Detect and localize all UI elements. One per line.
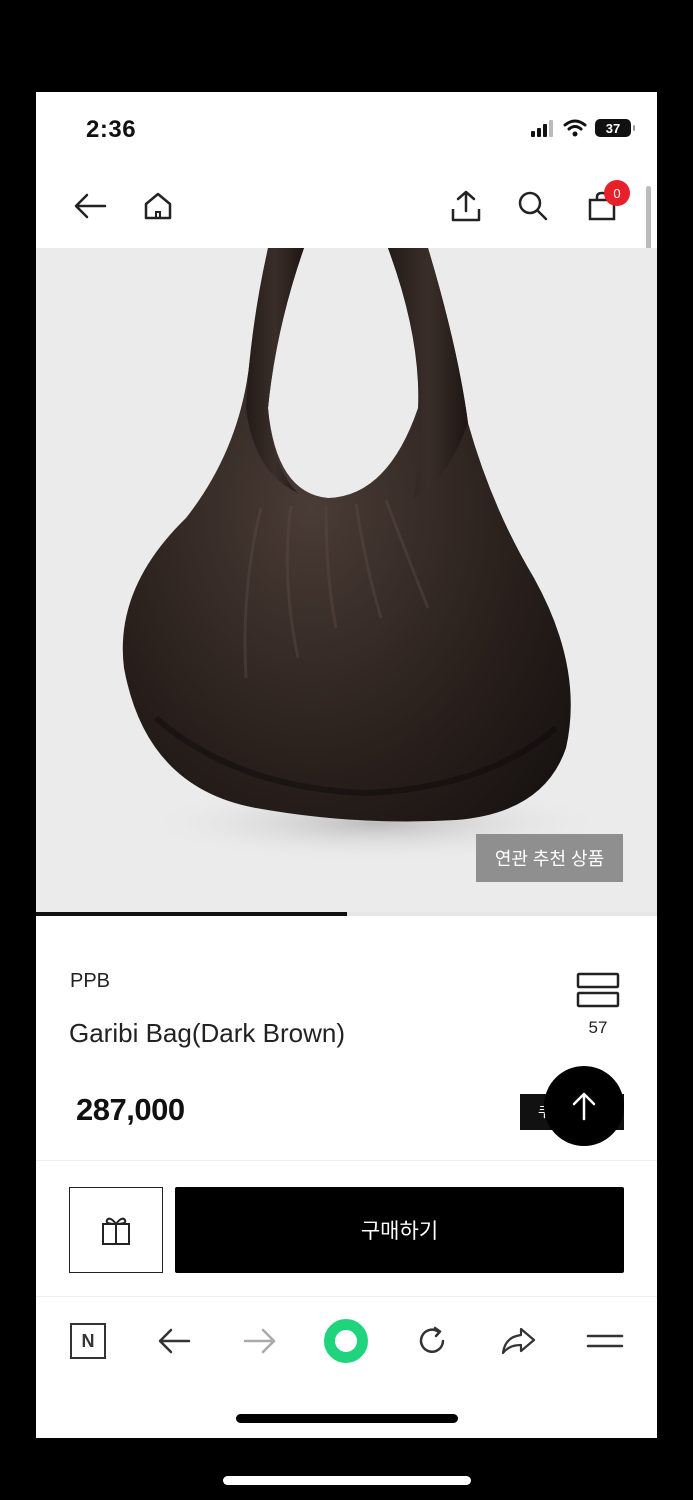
forward-arrow-icon [243,1328,276,1354]
home-icon [144,192,172,220]
scroll-to-top-button[interactable] [544,1066,624,1146]
product-name: Garibi Bag(Dark Brown) [69,1018,345,1048]
image-carousel-progress [36,912,657,916]
browser-back-button[interactable] [150,1317,198,1365]
share-button[interactable] [446,186,486,226]
stacked-list-icon [576,972,620,1008]
menu-icon [586,1334,624,1348]
brand-name[interactable]: PPB [70,970,110,993]
browser-toolbar: N [36,1297,657,1387]
naver-n-icon: N [70,1323,106,1359]
product-price: 287,000 [76,1092,185,1127]
browser-forward-button[interactable] [236,1317,284,1365]
battery-indicator: 37 [595,119,635,137]
status-time: 2:36 [86,116,137,143]
menu-button[interactable] [581,1317,629,1365]
refresh-button[interactable] [408,1317,456,1365]
upload-share-icon [451,190,481,222]
back-arrow-icon [158,1328,191,1354]
home-button[interactable] [138,186,178,226]
status-icons: 37 [531,119,635,137]
back-button[interactable] [70,186,110,226]
browser-share-button[interactable] [494,1317,542,1365]
search-button[interactable] [513,186,553,226]
outer-home-indicator [223,1476,471,1485]
app-screen: 2:36 37 0 연관 추천 상품 PPB Garibi Bag(Dark B… [36,92,657,1438]
cart-count-badge: 0 [604,180,630,206]
wishlist-count: 57 [588,1018,608,1037]
back-arrow-icon [74,193,107,219]
related-products-button[interactable]: 연관 추천 상품 [476,834,623,882]
arrow-up-icon [572,1092,596,1121]
buy-button[interactable]: 구매하기 [175,1187,624,1273]
gift-button[interactable] [69,1187,163,1273]
divider [36,1160,657,1161]
wifi-icon [563,119,587,137]
naver-button[interactable]: N [64,1317,112,1365]
gift-icon [102,1217,130,1245]
refresh-icon [419,1326,445,1353]
green-home-ring-icon [324,1319,368,1363]
wishlist-button[interactable] [576,972,620,1008]
home-indicator [236,1414,458,1423]
product-image[interactable]: 연관 추천 상품 [36,248,657,916]
search-icon [518,191,548,221]
share-icon [501,1327,536,1355]
browser-home-button[interactable] [322,1317,370,1365]
cellular-signal-icon [531,120,553,137]
image-carousel-progress-fill [36,912,347,916]
bag-illustration [122,248,611,863]
